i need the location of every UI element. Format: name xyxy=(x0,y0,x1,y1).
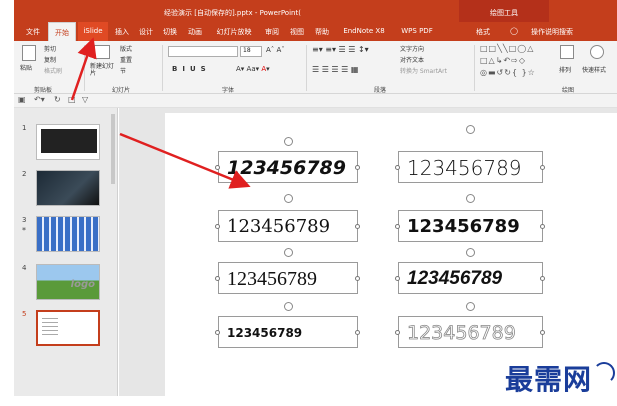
watermark-arc xyxy=(593,362,615,384)
annotation-arrows xyxy=(70,37,251,189)
arrow-to-slide xyxy=(119,132,251,189)
arrow-to-islide xyxy=(70,37,97,101)
watermark-logo: 最需网 xyxy=(505,363,593,396)
